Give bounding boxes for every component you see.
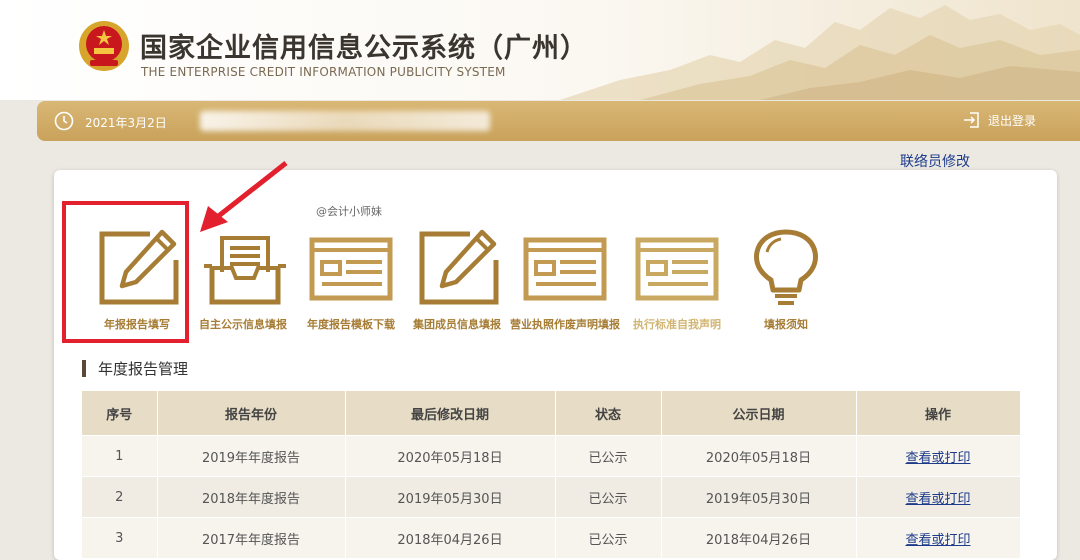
col-header-publish-date: 公示日期 [661, 391, 857, 436]
cell-action: 查看或打印 [856, 476, 1021, 518]
liaison-edit-link[interactable]: 联络员修改 [900, 151, 970, 171]
cell-index: 3 [82, 517, 158, 558]
col-header-last-modified: 最后修改日期 [345, 391, 556, 436]
clock-icon [54, 111, 74, 131]
view-print-link[interactable]: 查看或打印 [905, 533, 970, 548]
cell-report-year: 2019年年度报告 [157, 435, 346, 477]
logout-button[interactable]: 退出登录 [962, 110, 1036, 130]
lightbulb-icon [754, 229, 818, 305]
cell-publish-date: 2019年05月30日 [661, 476, 857, 518]
edit-document-icon [419, 229, 499, 305]
inbox-tray-icon [204, 236, 286, 305]
tile-filing-notice[interactable]: 填报须知 [731, 228, 841, 338]
annual-report-table: 序号 报告年份 最后修改日期 状态 公示日期 操作 1 2019年年度报告 20… [82, 391, 1021, 558]
mountain-landscape-image [560, 5, 1080, 100]
site-title: 国家企业信用信息公示系统（广州） [140, 33, 588, 64]
site-header: 国家企业信用信息公示系统（广州） THE ENTERPRISE CREDIT I… [0, 0, 1080, 100]
table-row: 2 2018年年度报告 2019年05月30日 已公示 2019年05月30日 … [82, 476, 1021, 518]
cell-publish-date: 2020年05月18日 [661, 435, 857, 477]
highlight-box [62, 201, 189, 343]
col-header-status: 状态 [555, 391, 662, 436]
cell-last-modified: 2020年05月18日 [345, 435, 556, 477]
section-marker [82, 360, 86, 377]
cell-last-modified: 2018年04月26日 [345, 517, 556, 558]
template-document-icon [635, 237, 719, 301]
logout-icon [964, 112, 979, 128]
col-header-report-year: 报告年份 [157, 391, 346, 436]
template-document-icon [309, 237, 393, 301]
cell-index: 1 [82, 435, 158, 477]
cell-status: 已公示 [555, 476, 662, 518]
cell-report-year: 2017年年度报告 [157, 517, 346, 558]
section-title: 年度报告管理 [98, 360, 189, 378]
site-subtitle: THE ENTERPRISE CREDIT INFORMATION PUBLIC… [141, 65, 506, 79]
cell-action: 查看或打印 [856, 435, 1021, 477]
cell-publish-date: 2018年04月26日 [661, 517, 857, 558]
col-header-action: 操作 [856, 391, 1021, 436]
col-header-index: 序号 [82, 391, 158, 436]
table-row: 3 2017年年度报告 2018年04月26日 已公示 2018年04月26日 … [82, 517, 1021, 558]
tile-label: 填报须知 [764, 318, 808, 331]
watermark-text: @会计小师妹 [316, 205, 382, 218]
table-row: 1 2019年年度报告 2020年05月18日 已公示 2020年05月18日 … [82, 435, 1021, 477]
red-arrow-annotation [200, 161, 288, 232]
cell-action: 查看或打印 [856, 517, 1021, 558]
redacted-company-name [200, 111, 490, 131]
template-document-icon [523, 237, 607, 301]
cell-last-modified: 2019年05月30日 [345, 476, 556, 518]
view-print-link[interactable]: 查看或打印 [905, 451, 970, 466]
logout-label: 退出登录 [988, 113, 1037, 128]
table-header-row: 序号 报告年份 最后修改日期 状态 公示日期 操作 [82, 391, 1021, 436]
main-panel: @会计小师妹 年报报告填写 自主公示信息填报 年度报告模板下载 集团成员信息填报… [54, 161, 1057, 560]
section-header: 年度报告管理 [82, 358, 188, 379]
cell-status: 已公示 [555, 517, 662, 558]
cell-report-year: 2018年年度报告 [157, 476, 346, 518]
national-emblem-icon [79, 21, 129, 71]
cell-status: 已公示 [555, 435, 662, 477]
view-print-link[interactable]: 查看或打印 [905, 492, 970, 507]
cell-index: 2 [82, 476, 158, 518]
current-date: 2021年3月2日 [85, 116, 167, 130]
top-bar: 2021年3月2日 退出登录 [37, 101, 1080, 141]
